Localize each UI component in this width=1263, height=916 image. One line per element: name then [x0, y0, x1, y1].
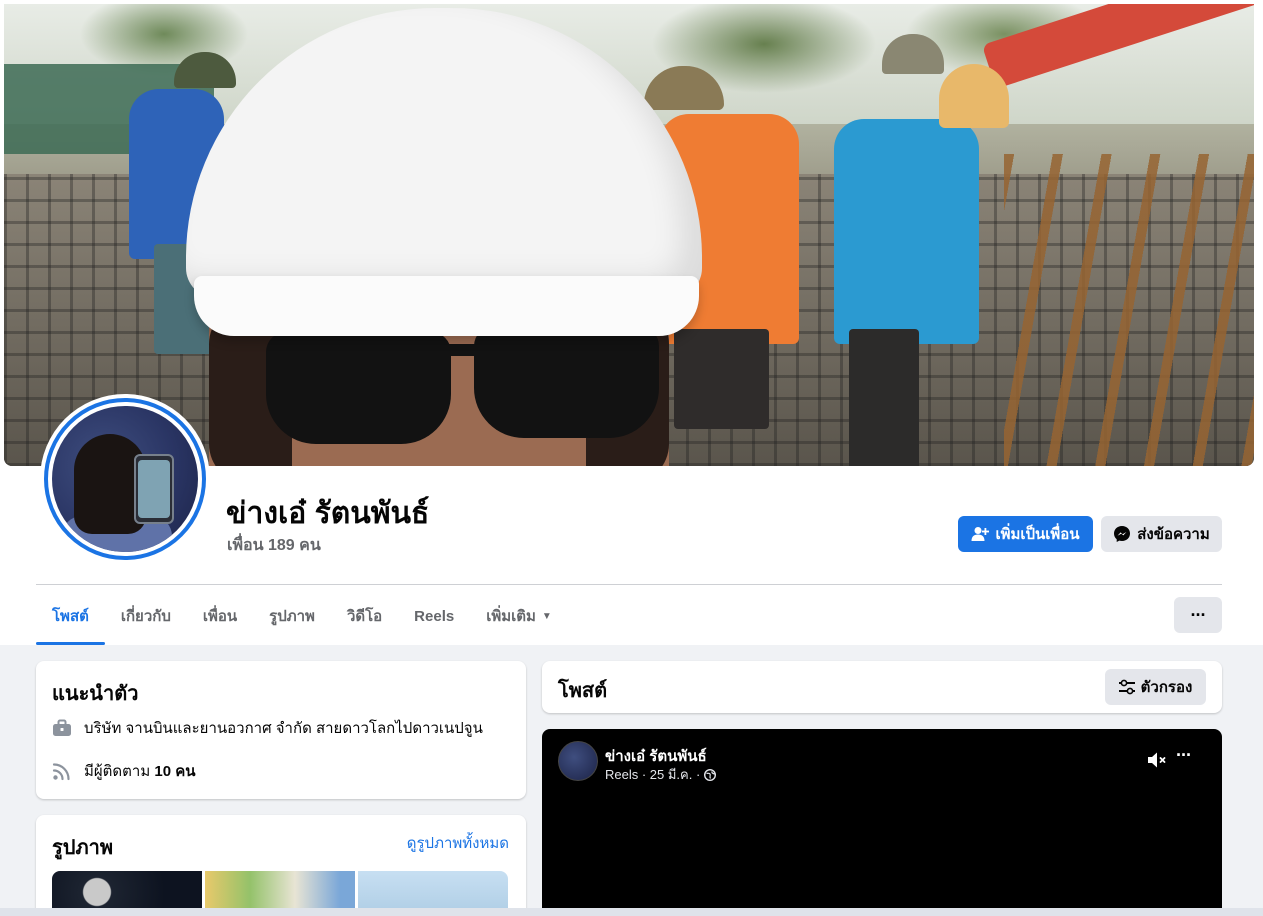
- tab-reels[interactable]: Reels: [398, 587, 470, 645]
- bottom-scroll-edge: [0, 908, 1263, 916]
- filter-icon: [1118, 679, 1135, 695]
- followers-count: 10 คน: [154, 763, 196, 780]
- mute-icon[interactable]: [1145, 748, 1169, 772]
- post-meta: Reels · 25 มี.ค. ·: [605, 764, 717, 785]
- photos-card: รูปภาพ ดูรูปภาพทั้งหมด: [36, 815, 526, 916]
- intro-followers-row: มีผู้ติดตาม 10 คน: [52, 759, 196, 783]
- messenger-icon: [1114, 526, 1131, 542]
- filter-button[interactable]: ตัวกรอง: [1105, 669, 1206, 705]
- globe-icon: [704, 768, 717, 781]
- caret-down-icon: ▼: [541, 610, 552, 622]
- reel-post[interactable]: ข่างเอ๋ รัตนพันธ์ Reels · 25 มี.ค. · ···: [542, 729, 1222, 916]
- intro-followers-text[interactable]: มีผู้ติดตาม 10 คน: [84, 759, 196, 783]
- tab-photos[interactable]: รูปภาพ: [253, 587, 331, 645]
- add-friend-button[interactable]: เพิ่มเป็นเพื่อน: [958, 516, 1093, 552]
- intro-work-text: บริษัท จานบินและยานอวกาศ จำกัด สายดาวโลก…: [84, 720, 483, 737]
- tab-friends[interactable]: เพื่อน: [187, 587, 253, 645]
- message-label: ส่งข้อความ: [1137, 526, 1210, 543]
- tab-about[interactable]: เกี่ยวกับ: [105, 587, 187, 645]
- rss-feed-icon: [52, 761, 72, 781]
- posts-title: โพสต์: [558, 680, 608, 702]
- followers-prefix: มีผู้ติดตาม: [84, 763, 155, 780]
- tab-more-label: เพิ่มเติม: [486, 608, 536, 625]
- posts-header-card: โพสต์ ตัวกรอง: [542, 661, 1222, 713]
- profile-tabs: โพสต์ เกี่ยวกับ เพื่อน รูปภาพ วิดีโอ Ree…: [36, 587, 568, 645]
- post-author-avatar[interactable]: [558, 741, 598, 781]
- tab-posts[interactable]: โพสต์: [36, 587, 105, 645]
- profile-avatar[interactable]: [40, 394, 210, 564]
- more-options-button[interactable]: ···: [1174, 597, 1222, 633]
- friends-count[interactable]: เพื่อน 189 คน: [227, 533, 321, 558]
- post-meta-text: Reels · 25 มี.ค. ·: [605, 767, 701, 782]
- filter-label: ตัวกรอง: [1140, 679, 1193, 696]
- cover-photo[interactable]: [4, 4, 1254, 466]
- intro-card: แนะนำตัว บริษัท จานบินและยานอวกาศ จำกัด …: [36, 661, 526, 799]
- add-friend-label: เพิ่มเป็นเพื่อน: [995, 526, 1080, 543]
- see-all-photos-link[interactable]: ดูรูปภาพทั้งหมด: [407, 831, 509, 855]
- message-button[interactable]: ส่งข้อความ: [1101, 516, 1222, 552]
- intro-work-row: บริษัท จานบินและยานอวกาศ จำกัด สายดาวโลก…: [52, 716, 483, 740]
- photos-title: รูปภาพ: [52, 837, 114, 859]
- profile-name: ข่างเอ๋ รัตนพันธ์: [226, 497, 430, 530]
- briefcase-icon: [52, 718, 72, 738]
- header-divider: [36, 584, 1222, 585]
- add-friend-icon: [971, 527, 990, 541]
- tab-videos[interactable]: วิดีโอ: [331, 587, 398, 645]
- intro-title: แนะนำตัว: [52, 683, 139, 705]
- tab-more[interactable]: เพิ่มเติม ▼: [470, 587, 568, 645]
- post-more-button[interactable]: ···: [1176, 745, 1192, 766]
